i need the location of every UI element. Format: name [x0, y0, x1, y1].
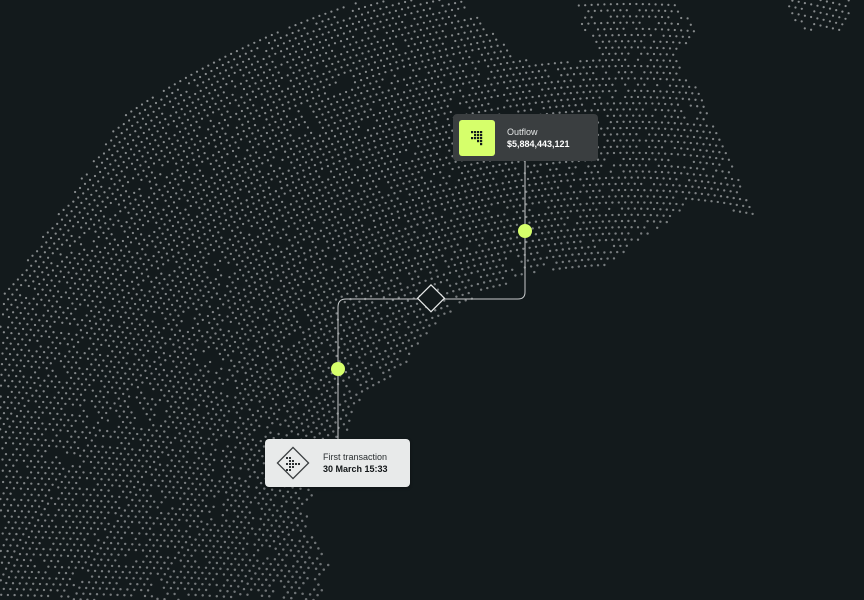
- map-stage: Outflow $5,884,443,121 First transaction…: [0, 0, 864, 600]
